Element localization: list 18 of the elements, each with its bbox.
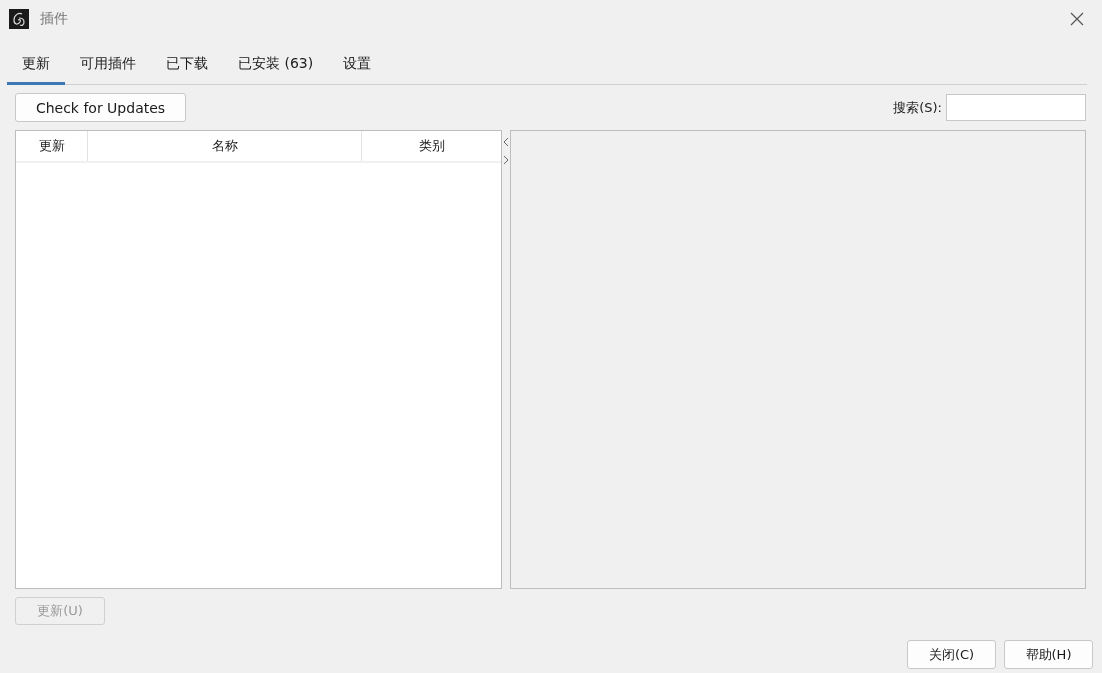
tab[interactable]: 可用插件 bbox=[65, 46, 151, 85]
chevron-right-icon[interactable] bbox=[503, 155, 509, 165]
column-header[interactable]: 更新 bbox=[16, 131, 88, 161]
dialog-button[interactable]: 关闭(C) bbox=[907, 640, 996, 669]
tab[interactable]: 已下载 bbox=[151, 46, 223, 85]
search-label: 搜索(S): bbox=[893, 98, 942, 117]
search-field[interactable] bbox=[946, 94, 1086, 121]
chevron-left-icon[interactable] bbox=[503, 137, 509, 147]
logo-icon bbox=[9, 9, 29, 29]
tab[interactable]: 已安装 (63) bbox=[223, 46, 329, 85]
tab[interactable]: 设置 bbox=[328, 46, 387, 85]
column-header[interactable]: 类别 bbox=[362, 131, 501, 161]
check-updates-button[interactable]: Check for Updates bbox=[15, 93, 186, 122]
dialog-button[interactable]: 帮助(H) bbox=[1004, 640, 1093, 669]
tab[interactable]: 更新 bbox=[7, 46, 65, 85]
window-title: 插件 bbox=[40, 10, 68, 28]
close-icon[interactable] bbox=[1070, 12, 1084, 26]
column-header[interactable]: 名称 bbox=[88, 131, 362, 161]
